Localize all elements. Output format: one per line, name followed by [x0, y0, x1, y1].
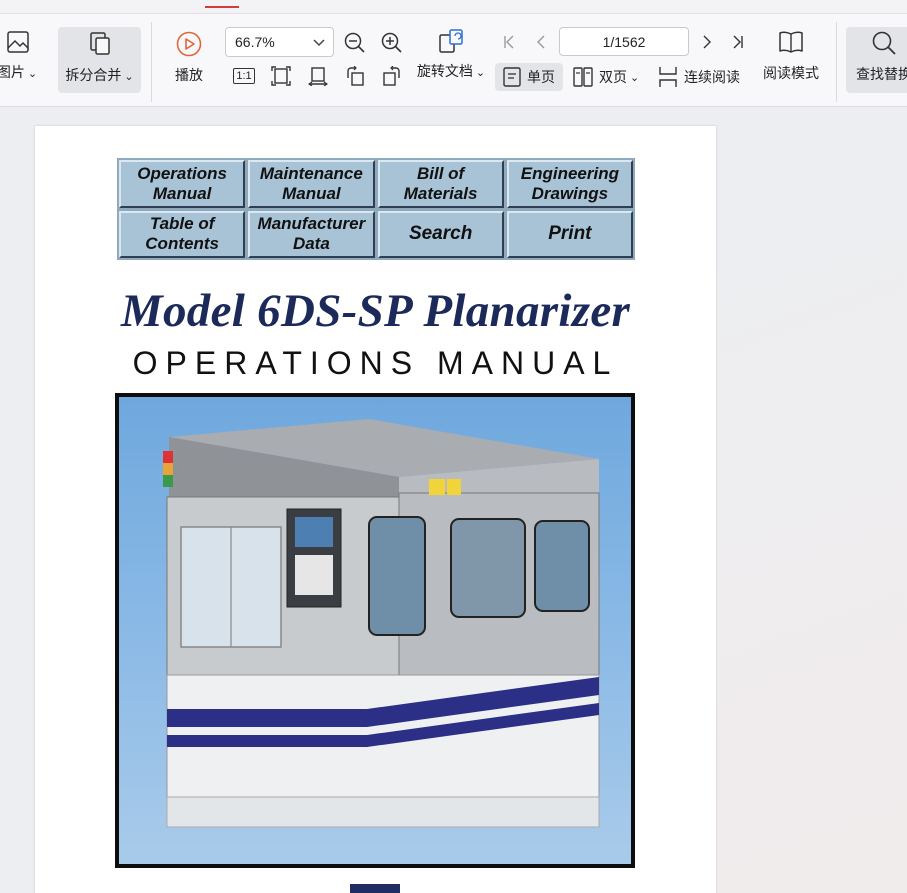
fit-page-icon	[271, 66, 291, 86]
search-icon	[872, 31, 896, 55]
rotate-document-icon	[439, 29, 463, 53]
actual-size-button[interactable]: 1:1	[232, 65, 256, 87]
nav-operations-manual[interactable]: Operations Manual	[119, 160, 246, 208]
viewer-background	[716, 108, 907, 893]
chevron-down-icon	[313, 39, 325, 47]
continuous-reading-label: 连续阅读	[684, 69, 740, 85]
rotate-left-icon	[347, 66, 364, 86]
nav-bill-of-materials[interactable]: Bill of Materials	[377, 160, 504, 208]
to-image-label: 图片	[0, 64, 25, 80]
find-replace-label: 查找替换	[856, 66, 907, 82]
chevron-left-icon	[537, 35, 545, 49]
single-page-button[interactable]: 单页	[495, 63, 563, 91]
play-icon	[176, 31, 202, 57]
continuous-reading-icon	[659, 67, 677, 87]
rotate-left-button[interactable]	[343, 64, 367, 88]
split-merge-label: 拆分合并	[65, 67, 122, 83]
zoom-out-button[interactable]	[342, 30, 368, 56]
top-tab-strip	[0, 0, 907, 14]
nav-print[interactable]: Print	[506, 210, 633, 258]
page-footer-mark	[350, 884, 400, 893]
chevron-right-icon	[703, 35, 711, 49]
zoom-in-icon	[381, 32, 402, 53]
split-merge-icon	[89, 32, 110, 55]
rotate-document-label: 旋转文档	[416, 63, 473, 79]
zoom-out-icon	[344, 32, 365, 53]
book-icon	[779, 31, 803, 53]
document-nav-grid: Operations Manual Maintenance Manual Bill …	[117, 158, 635, 260]
double-page-icon	[573, 67, 593, 87]
to-image-button[interactable]: 图片 ⌄	[0, 30, 50, 82]
planarizer-machine-illustration	[163, 419, 600, 828]
single-page-label: 单页	[527, 69, 555, 85]
single-page-icon	[503, 67, 521, 87]
zoom-value: 66.7%	[235, 34, 275, 50]
active-tab-indicator	[205, 6, 239, 8]
first-page-button[interactable]	[499, 32, 519, 52]
zoom-in-button[interactable]	[379, 30, 405, 56]
document-page: Operations Manual Maintenance Manual Bill …	[35, 126, 716, 893]
previous-page-button[interactable]	[532, 32, 552, 52]
zoom-select[interactable]: 66.7%	[225, 27, 334, 57]
document-subtitle: OPERATIONS MANUAL	[132, 345, 619, 381]
nav-maintenance-manual[interactable]: Maintenance Manual	[248, 160, 375, 208]
double-page-button[interactable]: 双页 ⌄	[571, 63, 645, 91]
toolbar-separator	[836, 22, 837, 102]
fit-page-button[interactable]	[269, 64, 293, 88]
play-button[interactable]: 播放	[166, 31, 212, 85]
reading-mode-button[interactable]: 阅读模式	[757, 29, 825, 83]
reading-mode-label: 阅读模式	[763, 65, 819, 81]
page-number-input[interactable]: 1/1562	[559, 27, 689, 56]
last-page-icon	[733, 35, 743, 49]
find-replace-button[interactable]: 查找替换	[846, 27, 907, 93]
nav-engineering-drawings[interactable]: Engineering Drawings	[506, 160, 633, 208]
play-label: 播放	[175, 67, 203, 83]
fit-width-icon	[308, 67, 328, 86]
toolbar-separator	[151, 22, 152, 102]
document-title: Model 6DS-SP Planarizer	[120, 285, 631, 337]
image-icon	[7, 31, 29, 53]
nav-manufacturer-data[interactable]: Manufacturer Data	[248, 210, 375, 258]
next-page-button[interactable]	[696, 32, 716, 52]
first-page-icon	[504, 35, 514, 49]
actual-size-icon: 1:1	[233, 68, 255, 84]
fit-width-button[interactable]	[306, 64, 330, 88]
rotate-right-icon	[383, 66, 400, 86]
double-page-label: 双页	[599, 69, 627, 85]
split-merge-button[interactable]: 拆分合并 ⌄	[58, 27, 141, 93]
last-page-button[interactable]	[728, 32, 748, 52]
page-indicator: 1/1562	[602, 33, 646, 50]
nav-table-of-contents[interactable]: Table of Contents	[119, 210, 246, 258]
rotate-document-button[interactable]: 旋转文档 ⌄	[414, 27, 488, 81]
continuous-reading-button[interactable]: 连续阅读	[656, 63, 748, 91]
nav-search[interactable]: Search	[377, 210, 504, 258]
machine-photo	[115, 393, 635, 868]
toolbar: 图片 ⌄ 拆分合并 ⌄ 播放 66.7% 1:1 旋转文档 ⌄ 1/1562 单…	[0, 14, 907, 107]
chevron-down-icon: ⌄	[630, 71, 640, 84]
rotate-right-button[interactable]	[380, 64, 404, 88]
